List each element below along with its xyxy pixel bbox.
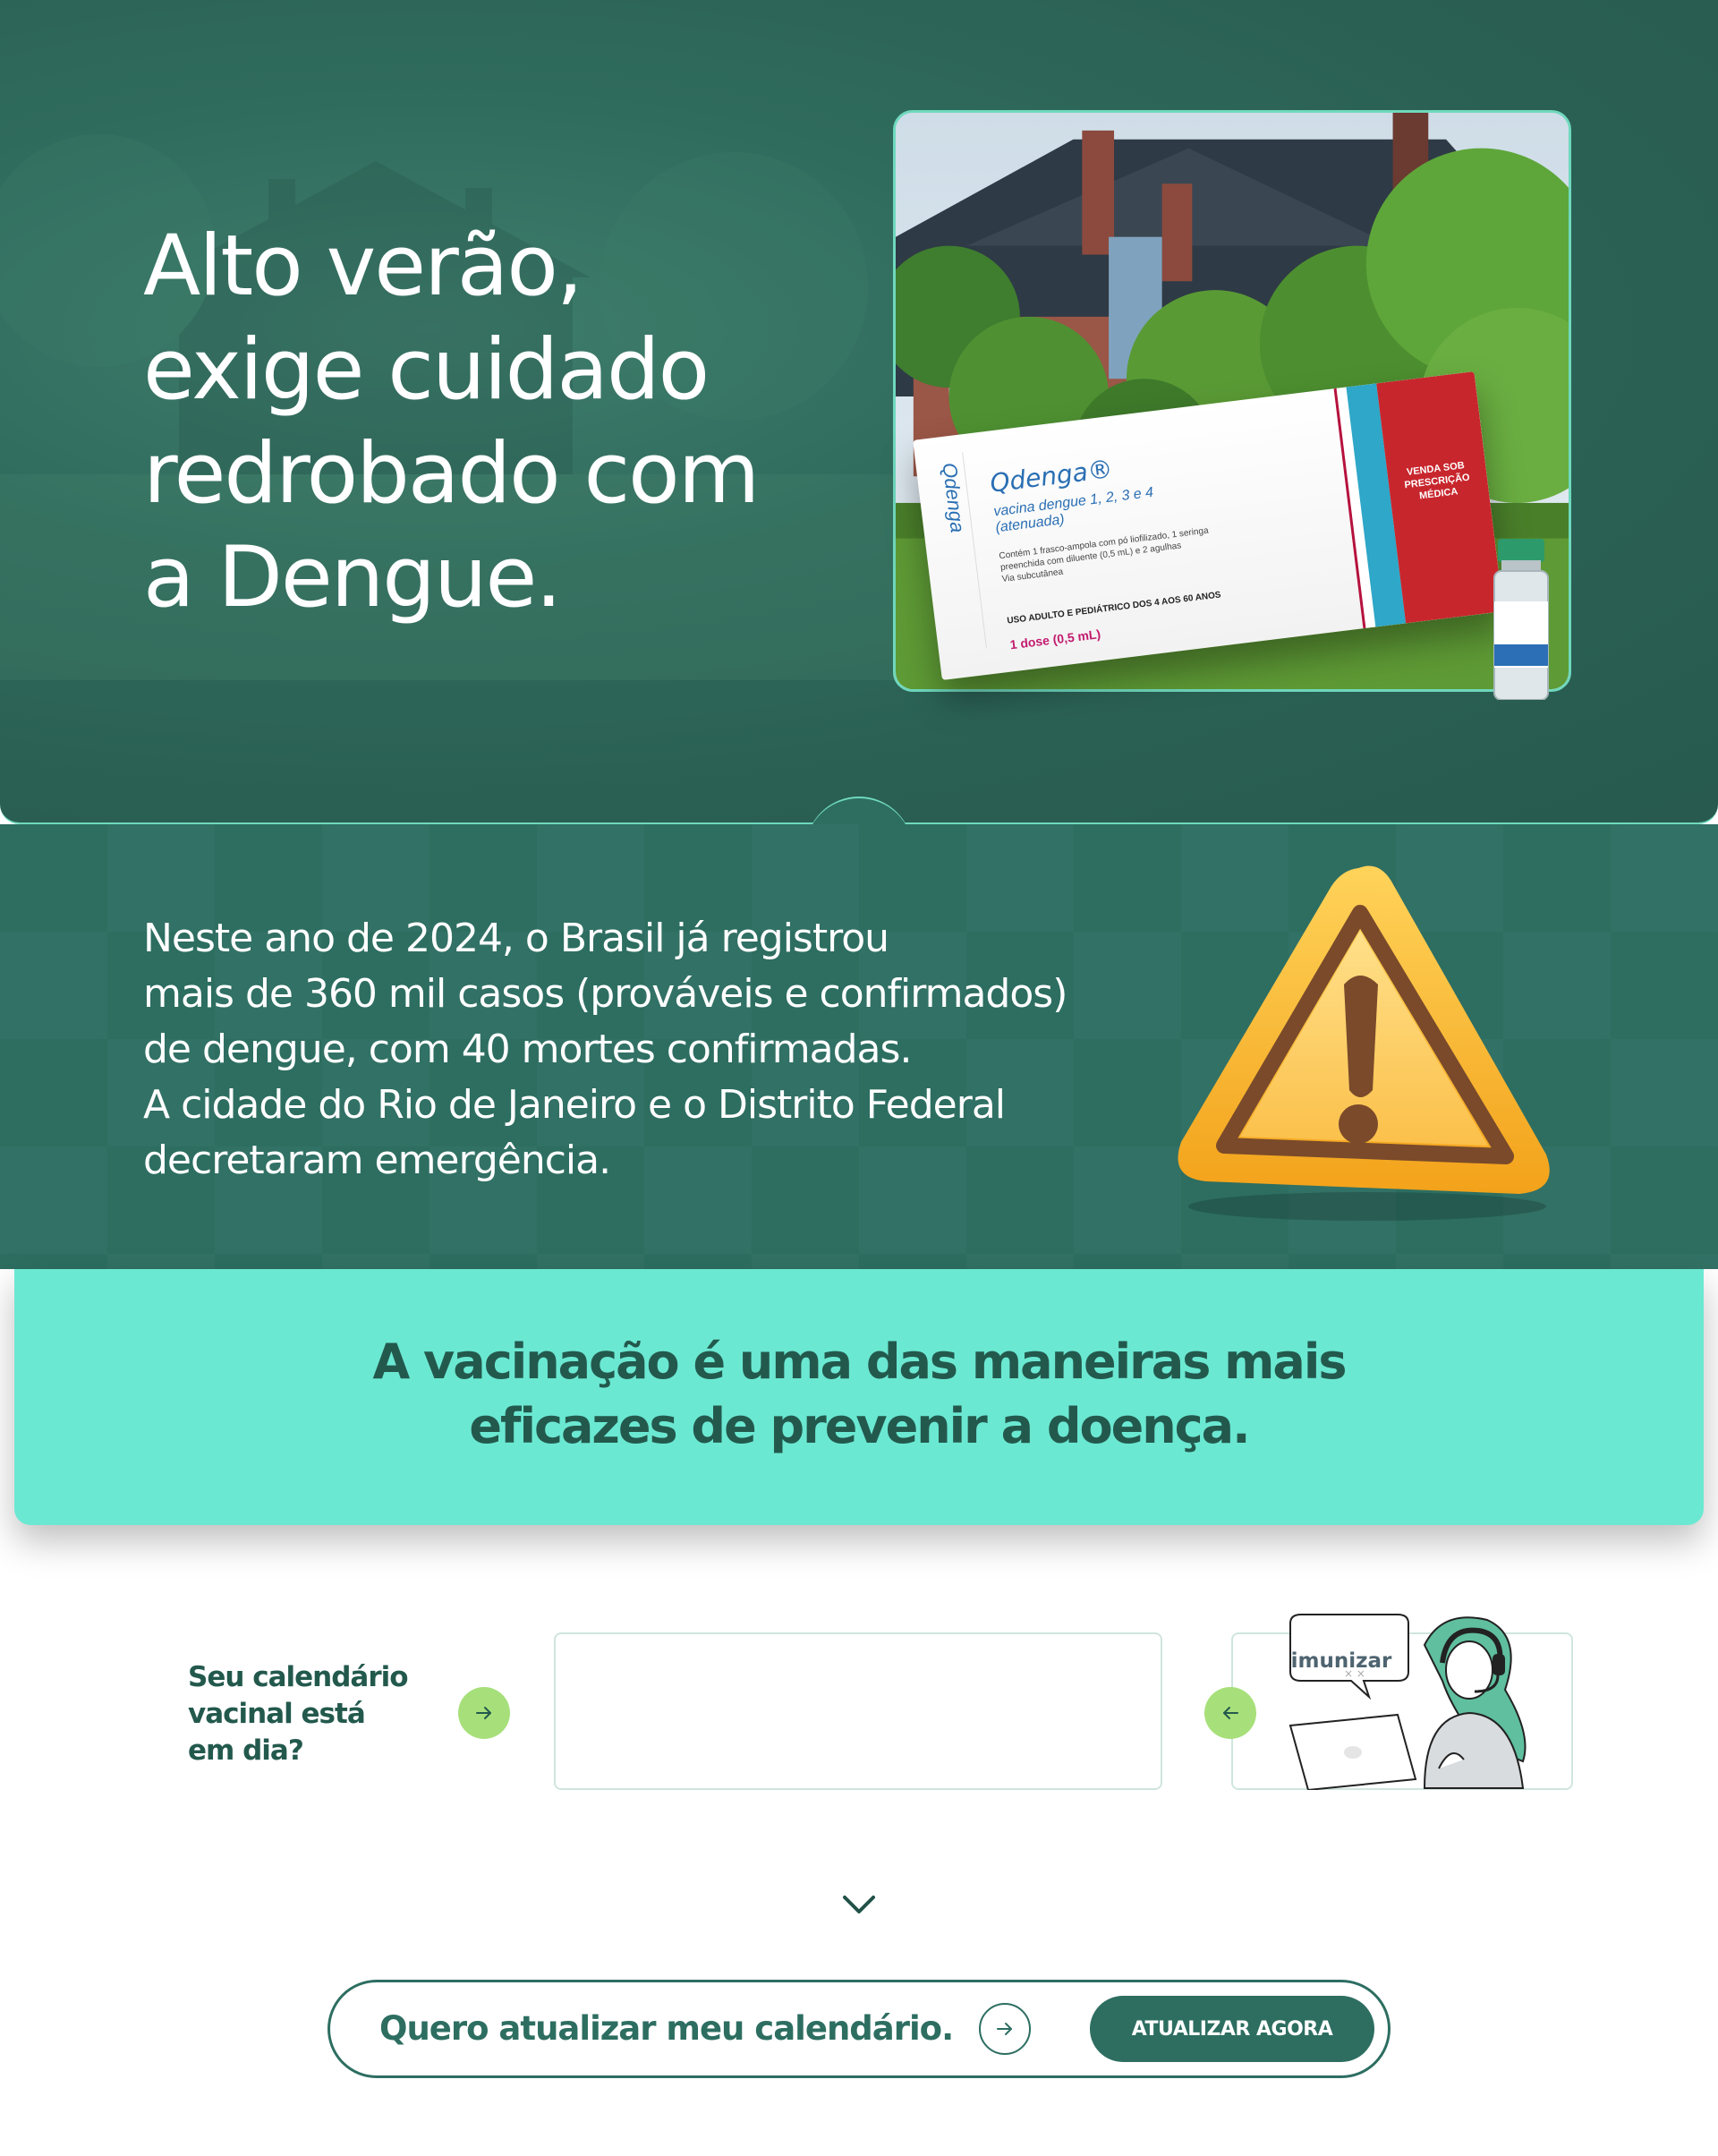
product-dose: 1 dose (0,5 mL)	[1008, 626, 1101, 652]
contact-line: com nossa equipe de especialistas.	[627, 1713, 1089, 1745]
warning-icon	[1178, 865, 1550, 1221]
stats-line: decretaram emergência.	[143, 1138, 611, 1183]
contact-specialists-card[interactable]: Entre em contato agora mesmo com nossa e…	[554, 1632, 1162, 1790]
calendar-question-card[interactable]: Seu calendário vacinal está em dia?	[143, 1632, 485, 1790]
hero-title-line: exige cuidado	[143, 321, 710, 419]
stats-line: Neste ano de 2024, o Brasil já registrou	[143, 916, 889, 961]
arrow-right-icon	[997, 2023, 1012, 2035]
banner-line: A vacinação é uma das maneiras mais	[372, 1334, 1347, 1390]
dengue-stats-text: Neste ano de 2024, o Brasil já registrou…	[143, 911, 1110, 1189]
hero-title: Alto verão, exige cuidado redrobado com …	[143, 215, 823, 630]
cta-arrow-button[interactable]	[979, 2003, 1031, 2055]
product-usage: USO ADULTO E PEDIÁTRICO DOS 4 AOS 60 ANO…	[1006, 590, 1222, 626]
cta-text[interactable]: Quero atualizar meu calendário.	[379, 2005, 954, 2053]
vaccination-banner-text: A vacinação é uma das maneiras mais efic…	[233, 1330, 1485, 1459]
vaccine-vial-image	[1493, 539, 1549, 700]
banner-line: eficazes de prevenir a doença.	[469, 1398, 1250, 1454]
box-side-panel: Qdenga	[927, 452, 987, 652]
product-contents-text: Contém 1 frasco-ampola com pó liofilizad…	[998, 525, 1210, 574]
contact-line: Entre em contato agora mesmo	[650, 1676, 1067, 1709]
calendar-question-text: Seu calendário vacinal está em dia?	[188, 1659, 421, 1769]
calendar-line: Seu calendário	[188, 1661, 409, 1693]
headset-agent-icon: × ×	[1288, 1614, 1527, 1790]
calendar-line: vacinal está	[188, 1698, 366, 1730]
arrow-left-button[interactable]	[1204, 1687, 1256, 1739]
stats-line: A cidade do Rio de Janeiro e o Distrito …	[143, 1082, 1006, 1128]
arrow-right-button[interactable]	[458, 1687, 510, 1739]
hero-title-line: a Dengue.	[143, 529, 562, 626]
chevron-down-icon	[843, 1896, 875, 1913]
contact-specialists-text: Entre em contato agora mesmo com nossa e…	[627, 1675, 1089, 1748]
hero-title-line: Alto verão,	[143, 217, 583, 315]
box-side-label: Qdenga	[938, 461, 969, 534]
arrow-left-icon	[1223, 1707, 1238, 1719]
update-now-button[interactable]: ATUALIZAR AGORA	[1090, 1996, 1374, 2062]
hero-section: Alto verão, exige cuidado redrobado com …	[0, 0, 1718, 824]
calendar-line: em dia?	[188, 1734, 304, 1767]
stats-line: de dengue, com 40 mortes confirmadas.	[143, 1027, 912, 1072]
hero-title-line: redrobado com	[143, 425, 760, 523]
stats-line: mais de 360 mil casos (prováveis e confi…	[143, 971, 1067, 1017]
bubble-label: imunizar	[1290, 1649, 1392, 1673]
arrow-right-icon	[476, 1707, 491, 1719]
